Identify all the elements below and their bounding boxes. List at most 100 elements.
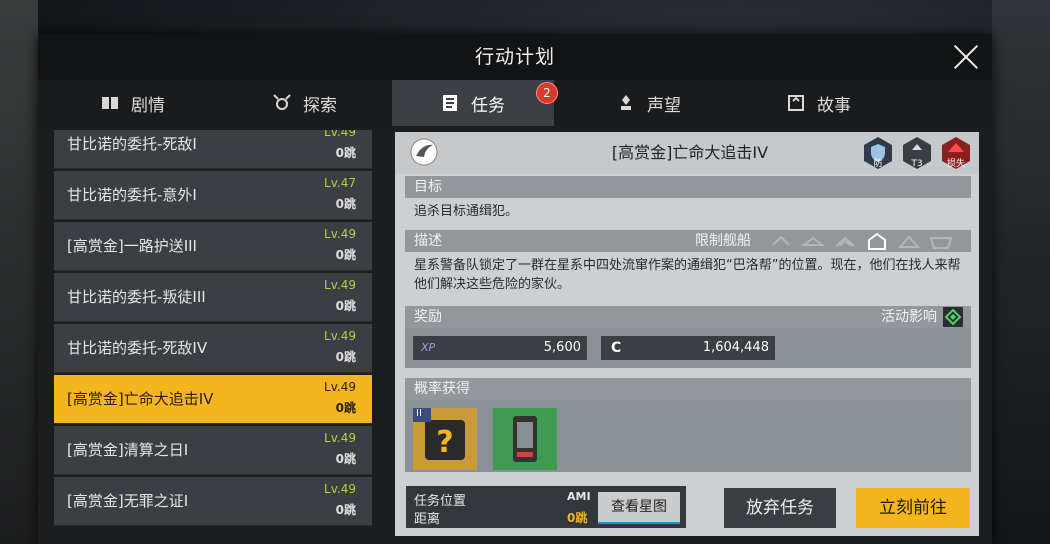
mission-level: Lv.49 [324, 130, 356, 139]
defense-shield-icon: 防 [861, 136, 895, 170]
mission-name: [高赏金]清算之日I [67, 441, 189, 459]
location-distance: 0跳 [567, 511, 588, 525]
mission-jumps: 0跳 [335, 503, 356, 517]
location-system: AMI [567, 490, 591, 503]
mission-jumps: 0跳 [335, 401, 356, 415]
ship-class-icon [868, 232, 886, 250]
detail-header: [高赏金]亡命大追击IV 防 T3 损失 [395, 132, 979, 174]
mission-item-selected[interactable]: [高赏金]亡命大追击IV Lv.49 0跳 [54, 375, 372, 424]
xp-reward: XP 5,600 [413, 336, 587, 360]
description-section: 描述 限制舰船 星系警备队锁定了一群在星系中四处流窜作案的通缉犯“巴洛帮”的位置… [405, 230, 971, 298]
mission-detail: [高赏金]亡命大追击IV 防 T3 损失 目标 追杀目标通缉犯。 描述 限制舰船… [395, 132, 979, 536]
mission-item[interactable]: 甘比诺的委托-死敌I Lv.49 0跳 [54, 130, 372, 169]
objective-header: 目标 [405, 176, 971, 198]
mission-jumps: 0跳 [335, 350, 356, 364]
tab-stories[interactable]: 故事 [734, 80, 904, 126]
mission-list[interactable]: 甘比诺的委托-死敌I Lv.49 0跳 甘比诺的委托-意外I Lv.47 0跳 … [54, 130, 372, 544]
ship-class-icon [772, 235, 790, 246]
tab-tasks[interactable]: 任务 [392, 80, 554, 126]
mission-badges: 防 T3 损失 [861, 136, 973, 170]
location-label: 任务位置 [414, 494, 467, 509]
ship-limits: 限制舰船 [695, 230, 953, 252]
mission-name: [高赏金]一路护送III [67, 237, 197, 255]
rewards-section: 奖励 活动影响 XP 5,600 C 1,604,448 [405, 306, 971, 368]
mission-name: [高赏金]亡命大追击IV [67, 390, 214, 408]
ship-class-icon [801, 236, 825, 246]
badge-label: T3 [911, 159, 923, 169]
ship-limit-label: 限制舰船 [695, 233, 751, 249]
explore-icon [273, 94, 291, 110]
mission-level: Lv.49 [324, 329, 356, 343]
book-icon [102, 97, 118, 109]
mission-item[interactable]: 甘比诺的委托-意外I Lv.47 0跳 [54, 171, 372, 220]
mission-item[interactable]: [高赏金]无罪之证I Lv.49 0跳 [54, 477, 372, 526]
description-header-label: 描述 [414, 233, 442, 249]
window-title: 行动计划 [474, 46, 555, 68]
mission-plan-window: 行动计划 剧情 探索 任务 声望 故事 2 甘比诺的委托-死敌I Lv.49 0… [38, 34, 992, 544]
mission-item[interactable]: [高赏金]清算之日I Lv.49 0跳 [54, 426, 372, 475]
badge-label: 损失 [946, 159, 965, 169]
drops-section: 概率获得 ? II [405, 378, 971, 472]
mission-item[interactable]: 甘比诺的委托-叛徒III Lv.49 0跳 [54, 273, 372, 322]
activity-impact-icon[interactable] [943, 307, 963, 327]
tab-bar: 剧情 探索 任务 声望 故事 [38, 80, 992, 126]
svg-text:?: ? [436, 425, 453, 460]
ship-class-icon [897, 235, 921, 248]
mission-name: 甘比诺的委托-意外I [67, 186, 197, 204]
tab-story[interactable]: 剧情 [48, 80, 218, 126]
mission-jumps: 0跳 [335, 146, 356, 160]
badge-label: 防 [873, 159, 883, 169]
description-text: 星系警备队锁定了一群在星系中四处流窜作案的通缉犯“巴洛帮”的位置。现在，他们在找… [405, 252, 971, 298]
mission-jumps: 0跳 [335, 197, 356, 211]
ship-class-icon [835, 236, 855, 247]
mission-title: [高赏金]亡命大追击IV [611, 143, 769, 162]
mission-jumps: 0跳 [335, 248, 356, 262]
view-star-map-button[interactable]: 查看星图 [598, 492, 680, 524]
go-now-button[interactable]: 立刻前往 [856, 488, 970, 528]
mission-item[interactable]: [高赏金]一路护送III Lv.49 0跳 [54, 222, 372, 271]
mission-level: Lv.47 [324, 176, 356, 190]
mission-level: Lv.49 [324, 431, 356, 445]
credit-value: 1,604,448 [702, 340, 769, 355]
activity-impact: 活动影响 [881, 306, 963, 328]
tab-explore[interactable]: 探索 [220, 80, 390, 126]
xp-value: 5,600 [543, 340, 581, 355]
loss-warning-icon: 损失 [939, 136, 973, 170]
rewards-header: 奖励 活动影响 [405, 306, 971, 328]
ship-class-icon [929, 237, 953, 249]
mission-name: 甘比诺的委托-死敌I [67, 135, 197, 153]
story-icon [788, 95, 804, 111]
tab-reputation-label: 声望 [647, 95, 681, 116]
mission-level: Lv.49 [324, 482, 356, 496]
mission-level: Lv.49 [324, 227, 356, 241]
rewards-header-label: 奖励 [414, 309, 442, 325]
close-icon[interactable] [952, 43, 980, 71]
module-item[interactable] [493, 408, 557, 470]
description-header: 描述 限制舰船 [405, 230, 971, 252]
tab-reputation[interactable]: 声望 [564, 80, 734, 126]
task-list-icon [443, 95, 457, 111]
mission-name: 甘比诺的委托-叛徒III [67, 288, 206, 306]
abandon-mission-button[interactable]: 放弃任务 [724, 488, 836, 528]
tab-story-label: 剧情 [131, 95, 165, 116]
reputation-icon [621, 95, 631, 110]
faction-logo-icon [410, 138, 438, 166]
mission-name: [高赏金]无罪之证I [67, 492, 189, 510]
objective-text: 追杀目标通缉犯。 [405, 198, 971, 225]
mystery-box-item[interactable]: ? II [413, 408, 477, 470]
background-left [0, 0, 38, 544]
credit-reward: C 1,604,448 [601, 336, 775, 360]
mission-item[interactable]: 甘比诺的委托-死敌IV Lv.49 0跳 [54, 324, 372, 373]
mission-level: Lv.49 [324, 380, 356, 394]
mission-name: 甘比诺的委托-死敌IV [67, 339, 208, 357]
tab-explore-label: 探索 [303, 95, 337, 116]
tab-tasks-label: 任务 [471, 95, 505, 116]
mission-jumps: 0跳 [335, 452, 356, 466]
drops-header: 概率获得 [405, 378, 971, 400]
xp-tag: XP [421, 341, 436, 354]
mission-level: Lv.49 [324, 278, 356, 292]
drop-tier-badge: II [416, 408, 422, 419]
tab-stories-label: 故事 [817, 95, 851, 116]
distance-label: 距离 [414, 512, 441, 527]
credit-tag: C [611, 340, 622, 356]
